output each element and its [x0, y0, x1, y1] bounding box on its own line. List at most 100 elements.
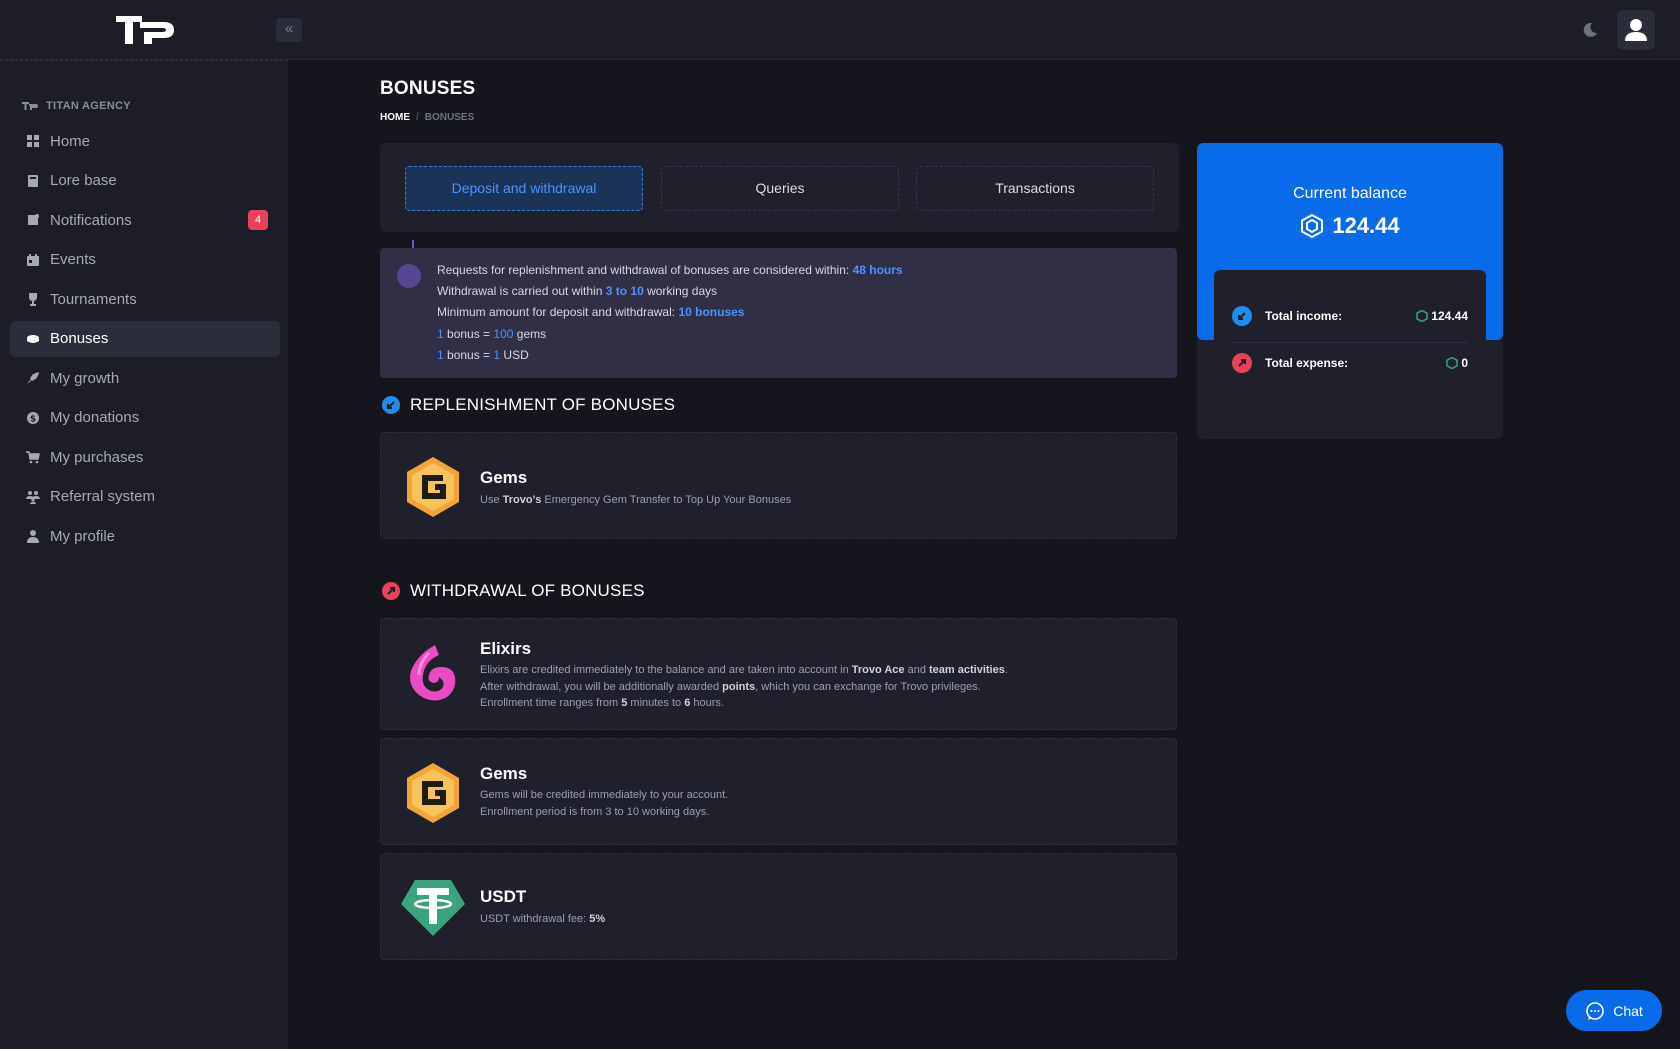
calendar-icon [26, 253, 40, 267]
bonus-coin-icon [1301, 214, 1324, 238]
cart-icon [26, 450, 40, 464]
sidebar-item-notifications[interactable]: Notifications 4 [10, 202, 280, 238]
sidebar-item-bonuses[interactable]: Bonuses [10, 320, 280, 357]
info-line-gem-rate: 1 bonus = 100 gems [437, 326, 547, 341]
svg-text:$: $ [30, 414, 36, 424]
balance-value: 124.44 [1197, 213, 1503, 239]
agency-name: TITAN AGENCY [46, 100, 131, 112]
breadcrumb-home-link[interactable]: HOME [380, 112, 410, 123]
info-line-withdrawal-days: Withdrawal is carried out within 3 to 10… [437, 284, 718, 299]
replenishment-gems-card[interactable]: Gems Use Trovo's Emergency Gem Transfer … [380, 432, 1177, 539]
sidebar-item-label: My purchases [50, 448, 144, 466]
withdrawal-elixirs-card[interactable]: Elixirs Elixirs are credited immediately… [380, 618, 1177, 730]
sidebar-item-label: Bonuses [50, 330, 109, 347]
arrow-up-right-icon [382, 582, 400, 600]
sidebar: TITAN AGENCY Home Lore base Notification… [0, 60, 288, 1049]
sidebar-item-referral-system[interactable]: Referral system [10, 479, 280, 515]
collapse-sidebar-button[interactable]: « [276, 18, 302, 42]
sidebar-item-label: Notifications [50, 211, 132, 229]
info-line-minimum-amount: Minimum amount for deposit and withdrawa… [437, 305, 745, 320]
total-expense-row: Total expense: 0 [1214, 339, 1486, 386]
trophy-icon [26, 292, 40, 306]
withdrawal-usdt-card[interactable]: USDT USDT withdrawal fee: 5% [380, 853, 1177, 960]
agency-label: TITAN AGENCY [22, 99, 131, 113]
people-icon [26, 490, 40, 504]
breadcrumb-separator: / [416, 112, 419, 123]
replenishment-section-title: REPLENISHMENT OF BONUSES [382, 395, 675, 415]
sidebar-item-events[interactable]: Events [10, 242, 280, 278]
info-lines: Requests for replenishment and withdrawa… [437, 260, 903, 366]
notification-count-badge: 4 [248, 210, 268, 230]
tp-logo[interactable] [112, 10, 178, 50]
bonus-coin-icon [1446, 356, 1459, 369]
income-icon [1232, 305, 1252, 326]
expense-icon [1232, 352, 1252, 373]
chat-icon [1586, 1001, 1605, 1020]
sidebar-item-label: Lore base [50, 172, 117, 189]
card-title: USDT [480, 887, 527, 906]
moon-icon[interactable] [1580, 20, 1600, 40]
card-title: Gems [480, 764, 528, 783]
user-icon [1625, 19, 1647, 41]
tab-queries[interactable]: Queries [661, 166, 899, 211]
breadcrumb: HOME / BONUSES [380, 112, 474, 123]
sidebar-item-my-purchases[interactable]: My purchases [10, 439, 280, 475]
coins-icon [26, 332, 40, 346]
gems-logo-icon [399, 453, 467, 521]
withdrawal-section-title: WITHDRAWAL OF BONUSES [382, 581, 645, 601]
sidebar-item-my-growth[interactable]: My growth [10, 360, 280, 396]
sidebar-item-label: My donations [50, 409, 140, 426]
sidebar-item-label: Home [50, 132, 91, 150]
info-notice: Requests for replenishment and withdrawa… [380, 248, 1177, 378]
tab-deposit-and-withdrawal[interactable]: Deposit and withdrawal [405, 166, 643, 211]
total-income-row: Total income: 124.44 [1214, 292, 1486, 339]
user-icon [26, 529, 40, 543]
sidebar-item-label: Events [50, 251, 96, 268]
user-avatar-button[interactable] [1617, 10, 1655, 50]
rocket-icon [26, 371, 40, 385]
app-window: « TITAN AGENCY Home Lore base Notificati… [0, 0, 1680, 1049]
top-bar: « [0, 0, 1680, 60]
total-income-value: 124.44 [1416, 309, 1468, 323]
tab-indicator [412, 240, 414, 248]
withdrawal-gems-card[interactable]: Gems Gems will be credited immediately t… [380, 738, 1177, 845]
page-title: BONUSES [380, 78, 476, 99]
info-line-usd-rate: 1 bonus = 1 USD [437, 347, 529, 362]
tabs-card: Deposit and withdrawal Queries Transacti… [380, 143, 1179, 232]
card-title: Elixirs [480, 639, 532, 658]
sidebar-item-label: My growth [50, 369, 120, 387]
sidebar-nav: Home Lore base Notifications 4 Events To… [10, 123, 280, 558]
sidebar-item-my-donations[interactable]: $ My donations [10, 400, 280, 436]
dollar-icon: $ [26, 411, 40, 425]
sidebar-item-tournaments[interactable]: Tournaments [10, 281, 280, 317]
total-expense-value: 0 [1446, 356, 1468, 370]
usdt-logo-icon [399, 874, 467, 942]
card-title: Gems [480, 468, 528, 487]
gems-logo-icon [399, 759, 467, 827]
tab-transactions[interactable]: Transactions [916, 166, 1154, 211]
card-description: Use Trovo's Emergency Gem Transfer to To… [480, 494, 792, 506]
sidebar-item-label: My profile [50, 527, 116, 545]
sidebar-item-label: Tournaments [50, 290, 137, 308]
bonus-coin-icon [1416, 309, 1429, 322]
breadcrumb-current: BONUSES [424, 112, 475, 123]
balance-card: Current balance 124.44 Total income: 124… [1197, 143, 1503, 439]
sidebar-item-lore-base[interactable]: Lore base [10, 163, 280, 199]
sidebar-item-my-profile[interactable]: My profile [10, 518, 280, 554]
book-icon [26, 174, 40, 188]
sidebar-item-label: Referral system [50, 488, 156, 505]
elixirs-logo-icon [399, 641, 467, 709]
info-line-processing-time: Requests for replenishment and withdrawa… [437, 263, 903, 277]
balance-label: Current balance [1293, 185, 1407, 202]
card-description: USDT withdrawal fee: 5% [480, 913, 606, 925]
dashboard-icon [26, 134, 40, 148]
notification-icon [26, 213, 40, 227]
chat-button[interactable]: Chat [1566, 990, 1662, 1031]
arrow-down-left-icon [382, 396, 400, 414]
tp-small-logo-icon [22, 102, 38, 110]
balance-summary: Total income: 124.44 Total expense: 0 [1214, 270, 1486, 420]
info-icon [397, 264, 421, 288]
sidebar-item-home[interactable]: Home [10, 123, 280, 159]
card-description: Elixirs are credited immediately to the … [480, 664, 1008, 709]
card-description: Gems will be credited immediately to you… [480, 789, 729, 818]
